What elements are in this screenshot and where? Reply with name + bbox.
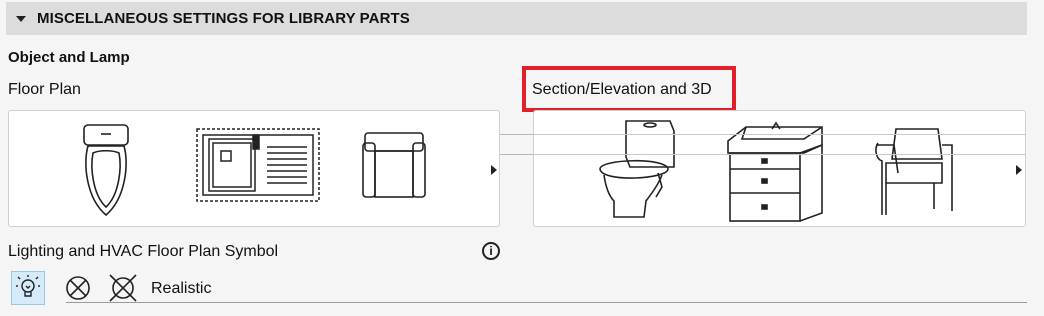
info-icon[interactable]: i [482,242,500,260]
armchair-plan-icon [362,132,426,198]
realistic-symbol-button[interactable] [106,271,140,305]
panel-title: MISCELLANEOUS SETTINGS FOR LIBRARY PARTS [37,10,410,27]
connector-line [500,134,533,135]
next-arrow-icon[interactable] [1016,165,1022,175]
armchair-3d-icon [875,128,953,215]
realistic-lamp-icon [109,274,137,302]
lighting-symbol-label: Lighting and HVAC Floor Plan Symbol [8,243,279,260]
section-3d-preview[interactable] [533,110,1026,227]
bulb-symbol-button[interactable] [11,271,45,305]
divider-line [66,302,1027,303]
guide-line [533,134,1026,135]
realistic-label[interactable]: Realistic [151,280,211,298]
crossed-circle-button[interactable] [61,271,95,305]
bulb-symbol-icon [16,275,40,297]
guide-line [533,154,1026,155]
section-heading: Object and Lamp [8,49,130,66]
panel-header[interactable]: MISCELLANEOUS SETTINGS FOR LIBRARY PARTS [6,2,1027,35]
sink-cabinet-plan-icon [196,128,320,202]
floor-plan-preview[interactable] [8,110,500,227]
collapse-triangle-icon[interactable] [16,15,26,22]
highlight-box [522,66,736,112]
toilet-3d-icon [599,120,675,218]
toilet-plan-icon [83,124,129,217]
floor-plan-label: Floor Plan [8,81,81,98]
crossed-circle-icon [66,276,90,300]
connector-line [500,154,533,155]
next-arrow-icon[interactable] [491,165,497,175]
